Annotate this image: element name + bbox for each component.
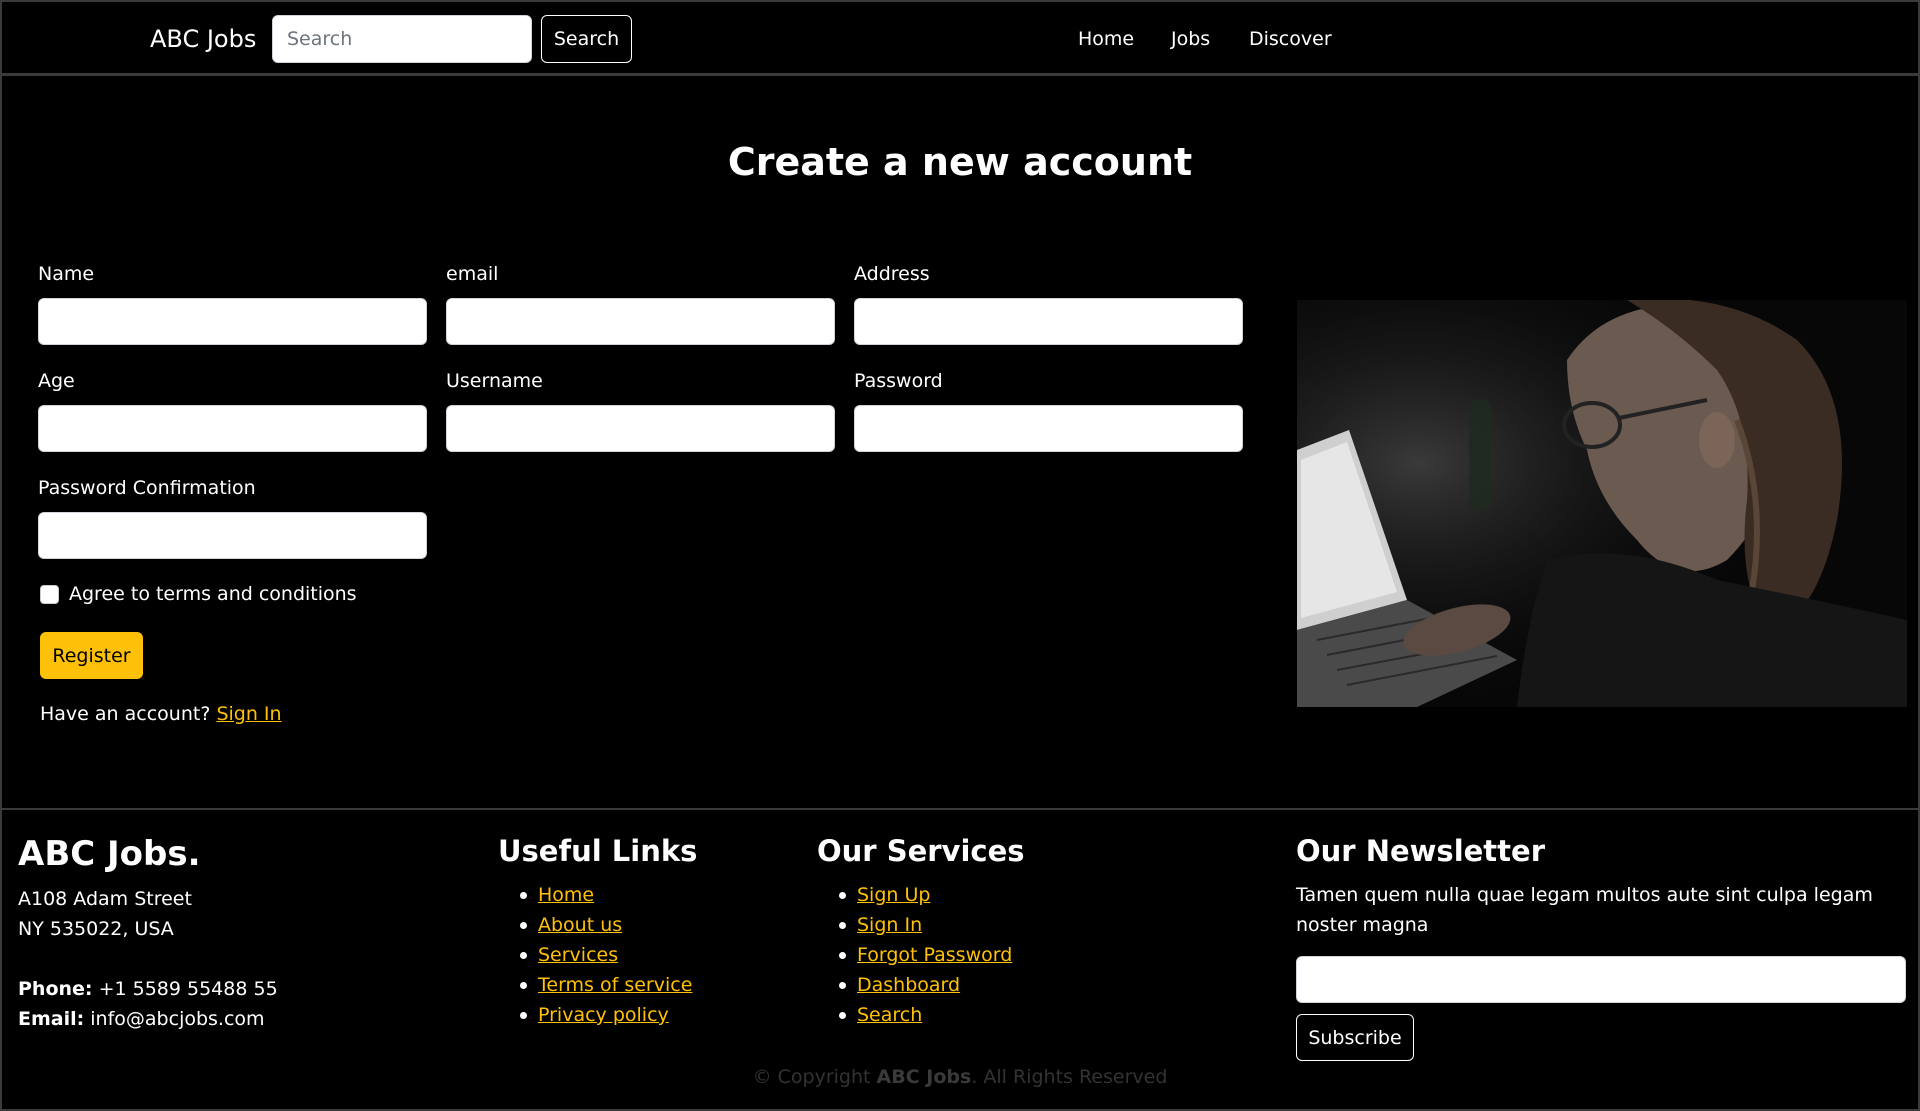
list-item: Sign Up xyxy=(817,880,1012,910)
terms-checkbox[interactable] xyxy=(40,585,59,604)
nav-link-jobs[interactable]: Jobs xyxy=(1171,28,1210,50)
phone-line: Phone: +1 5589 55488 55 xyxy=(18,978,278,1000)
newsletter-text: Tamen quem nulla quae legam multos aute … xyxy=(1296,884,1873,936)
have-account-label: Have an account? xyxy=(40,703,211,725)
password-field[interactable] xyxy=(854,405,1243,452)
service-link-forgot-password[interactable]: Forgot Password xyxy=(857,944,1012,966)
address-label: Address xyxy=(854,263,930,285)
newsletter-email-input[interactable] xyxy=(1296,956,1906,1003)
copyright-brand: ABC Jobs xyxy=(876,1066,972,1088)
list-item: Terms of service xyxy=(498,970,692,1000)
useful-links-heading: Useful Links xyxy=(498,834,698,868)
age-field[interactable] xyxy=(38,405,427,452)
copyright-suffix: . All Rights Reserved xyxy=(971,1066,1168,1088)
our-services-heading: Our Services xyxy=(817,834,1025,868)
address-line-2: NY 535022, USA xyxy=(18,918,174,940)
terms-label: Agree to terms and conditions xyxy=(69,583,357,605)
username-field[interactable] xyxy=(446,405,835,452)
footer-link-about-us[interactable]: About us xyxy=(538,914,622,936)
age-label: Age xyxy=(38,370,75,392)
nav-link-discover[interactable]: Discover xyxy=(1249,28,1332,50)
address-line-1: A108 Adam Street xyxy=(18,888,192,910)
list-item: Search xyxy=(817,1000,1012,1030)
hero-illustration xyxy=(1297,300,1907,707)
password-label: Password xyxy=(854,370,943,392)
footer-link-privacy[interactable]: Privacy policy xyxy=(538,1004,669,1026)
list-item: Privacy policy xyxy=(498,1000,692,1030)
username-label: Username xyxy=(446,370,543,392)
footer-link-services[interactable]: Services xyxy=(538,944,618,966)
list-item: Home xyxy=(498,880,692,910)
phone-label: Phone: xyxy=(18,978,93,1000)
list-item: Services xyxy=(498,940,692,970)
list-item: Forgot Password xyxy=(817,940,1012,970)
email-label-footer: Email: xyxy=(18,1008,85,1030)
list-item: About us xyxy=(498,910,692,940)
search-input[interactable] xyxy=(272,15,532,63)
page-title: Create a new account xyxy=(727,140,1193,184)
email-value: info@abcjobs.com xyxy=(90,1008,265,1030)
name-field[interactable] xyxy=(38,298,427,345)
service-link-sign-up[interactable]: Sign Up xyxy=(857,884,930,906)
brand-logo[interactable]: ABC Jobs xyxy=(150,25,256,53)
useful-links-list: Home About us Services Terms of service … xyxy=(498,880,692,1030)
copyright-prefix: © Copyright xyxy=(752,1066,871,1088)
subscribe-button[interactable]: Subscribe xyxy=(1296,1014,1414,1061)
footer-brand: ABC Jobs. xyxy=(18,834,201,874)
copyright: © Copyright ABC Jobs. All Rights Reserve… xyxy=(2,1066,1918,1088)
email-label: email xyxy=(446,263,499,285)
password-confirmation-field[interactable] xyxy=(38,512,427,559)
footer-link-home[interactable]: Home xyxy=(538,884,594,906)
list-item: Dashboard xyxy=(817,970,1012,1000)
service-link-dashboard[interactable]: Dashboard xyxy=(857,974,960,996)
service-link-search[interactable]: Search xyxy=(857,1004,922,1026)
list-item: Sign In xyxy=(817,910,1012,940)
address-field[interactable] xyxy=(854,298,1243,345)
navbar: ABC Jobs Search Home Jobs Discover xyxy=(2,2,1918,76)
email-line: Email: info@abcjobs.com xyxy=(18,1008,265,1030)
register-button[interactable]: Register xyxy=(40,632,143,679)
hero-image xyxy=(1297,300,1907,707)
phone-value: +1 5589 55488 55 xyxy=(98,978,278,1000)
footer: ABC Jobs. A108 Adam Street NY 535022, US… xyxy=(2,808,1918,1109)
sign-in-link[interactable]: Sign In xyxy=(216,703,281,725)
footer-link-terms[interactable]: Terms of service xyxy=(538,974,692,996)
nav-link-home[interactable]: Home xyxy=(1078,28,1134,50)
email-field[interactable] xyxy=(446,298,835,345)
service-link-sign-in[interactable]: Sign In xyxy=(857,914,922,936)
password-confirmation-label: Password Confirmation xyxy=(38,477,256,499)
services-list: Sign Up Sign In Forgot Password Dashboar… xyxy=(817,880,1012,1030)
search-button[interactable]: Search xyxy=(541,15,632,63)
name-label: Name xyxy=(38,263,95,285)
newsletter-heading: Our Newsletter xyxy=(1296,834,1545,868)
page: ABC Jobs Search Home Jobs Discover Creat… xyxy=(0,0,1920,1111)
have-account-text: Have an account? Sign In xyxy=(40,703,282,725)
